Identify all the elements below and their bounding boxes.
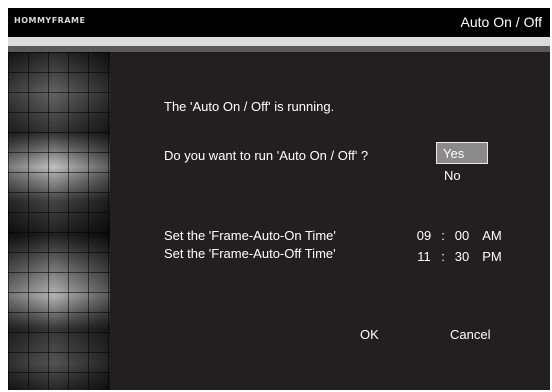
off-minute[interactable]: 30: [452, 249, 472, 264]
tv-screen: HOMMYFRAME Auto On / Off The 'Auto On / …: [8, 8, 550, 390]
brand-logo: HOMMYFRAME: [14, 16, 86, 25]
off-separator: :: [441, 249, 445, 264]
title-bar: HOMMYFRAME Auto On / Off: [8, 8, 550, 37]
no-option[interactable]: No: [444, 168, 461, 183]
yes-label: Yes: [443, 146, 465, 161]
on-minute[interactable]: 00: [452, 228, 472, 243]
dialog-content: The 'Auto On / Off' is running. Do you w…: [110, 52, 550, 390]
side-photo-collage: [8, 52, 110, 390]
off-hour[interactable]: 11: [414, 249, 434, 264]
off-ampm[interactable]: PM: [478, 249, 506, 264]
on-hour[interactable]: 09: [414, 228, 434, 243]
yes-option[interactable]: Yes: [436, 142, 488, 164]
photo-grid: [8, 52, 110, 390]
header-divider: [8, 37, 550, 46]
status-message: The 'Auto On / Off' is running.: [164, 99, 335, 114]
on-ampm[interactable]: AM: [478, 228, 506, 243]
ok-button[interactable]: OK: [360, 327, 379, 342]
run-question: Do you want to run 'Auto On / Off' ?: [164, 148, 369, 163]
auto-on-time-label: Set the 'Frame-Auto-On Time': [164, 228, 336, 243]
on-separator: :: [441, 228, 445, 243]
page-title: Auto On / Off: [460, 14, 542, 30]
auto-off-time-label: Set the 'Frame-Auto-Off Time': [164, 246, 336, 261]
cancel-button[interactable]: Cancel: [450, 327, 490, 342]
